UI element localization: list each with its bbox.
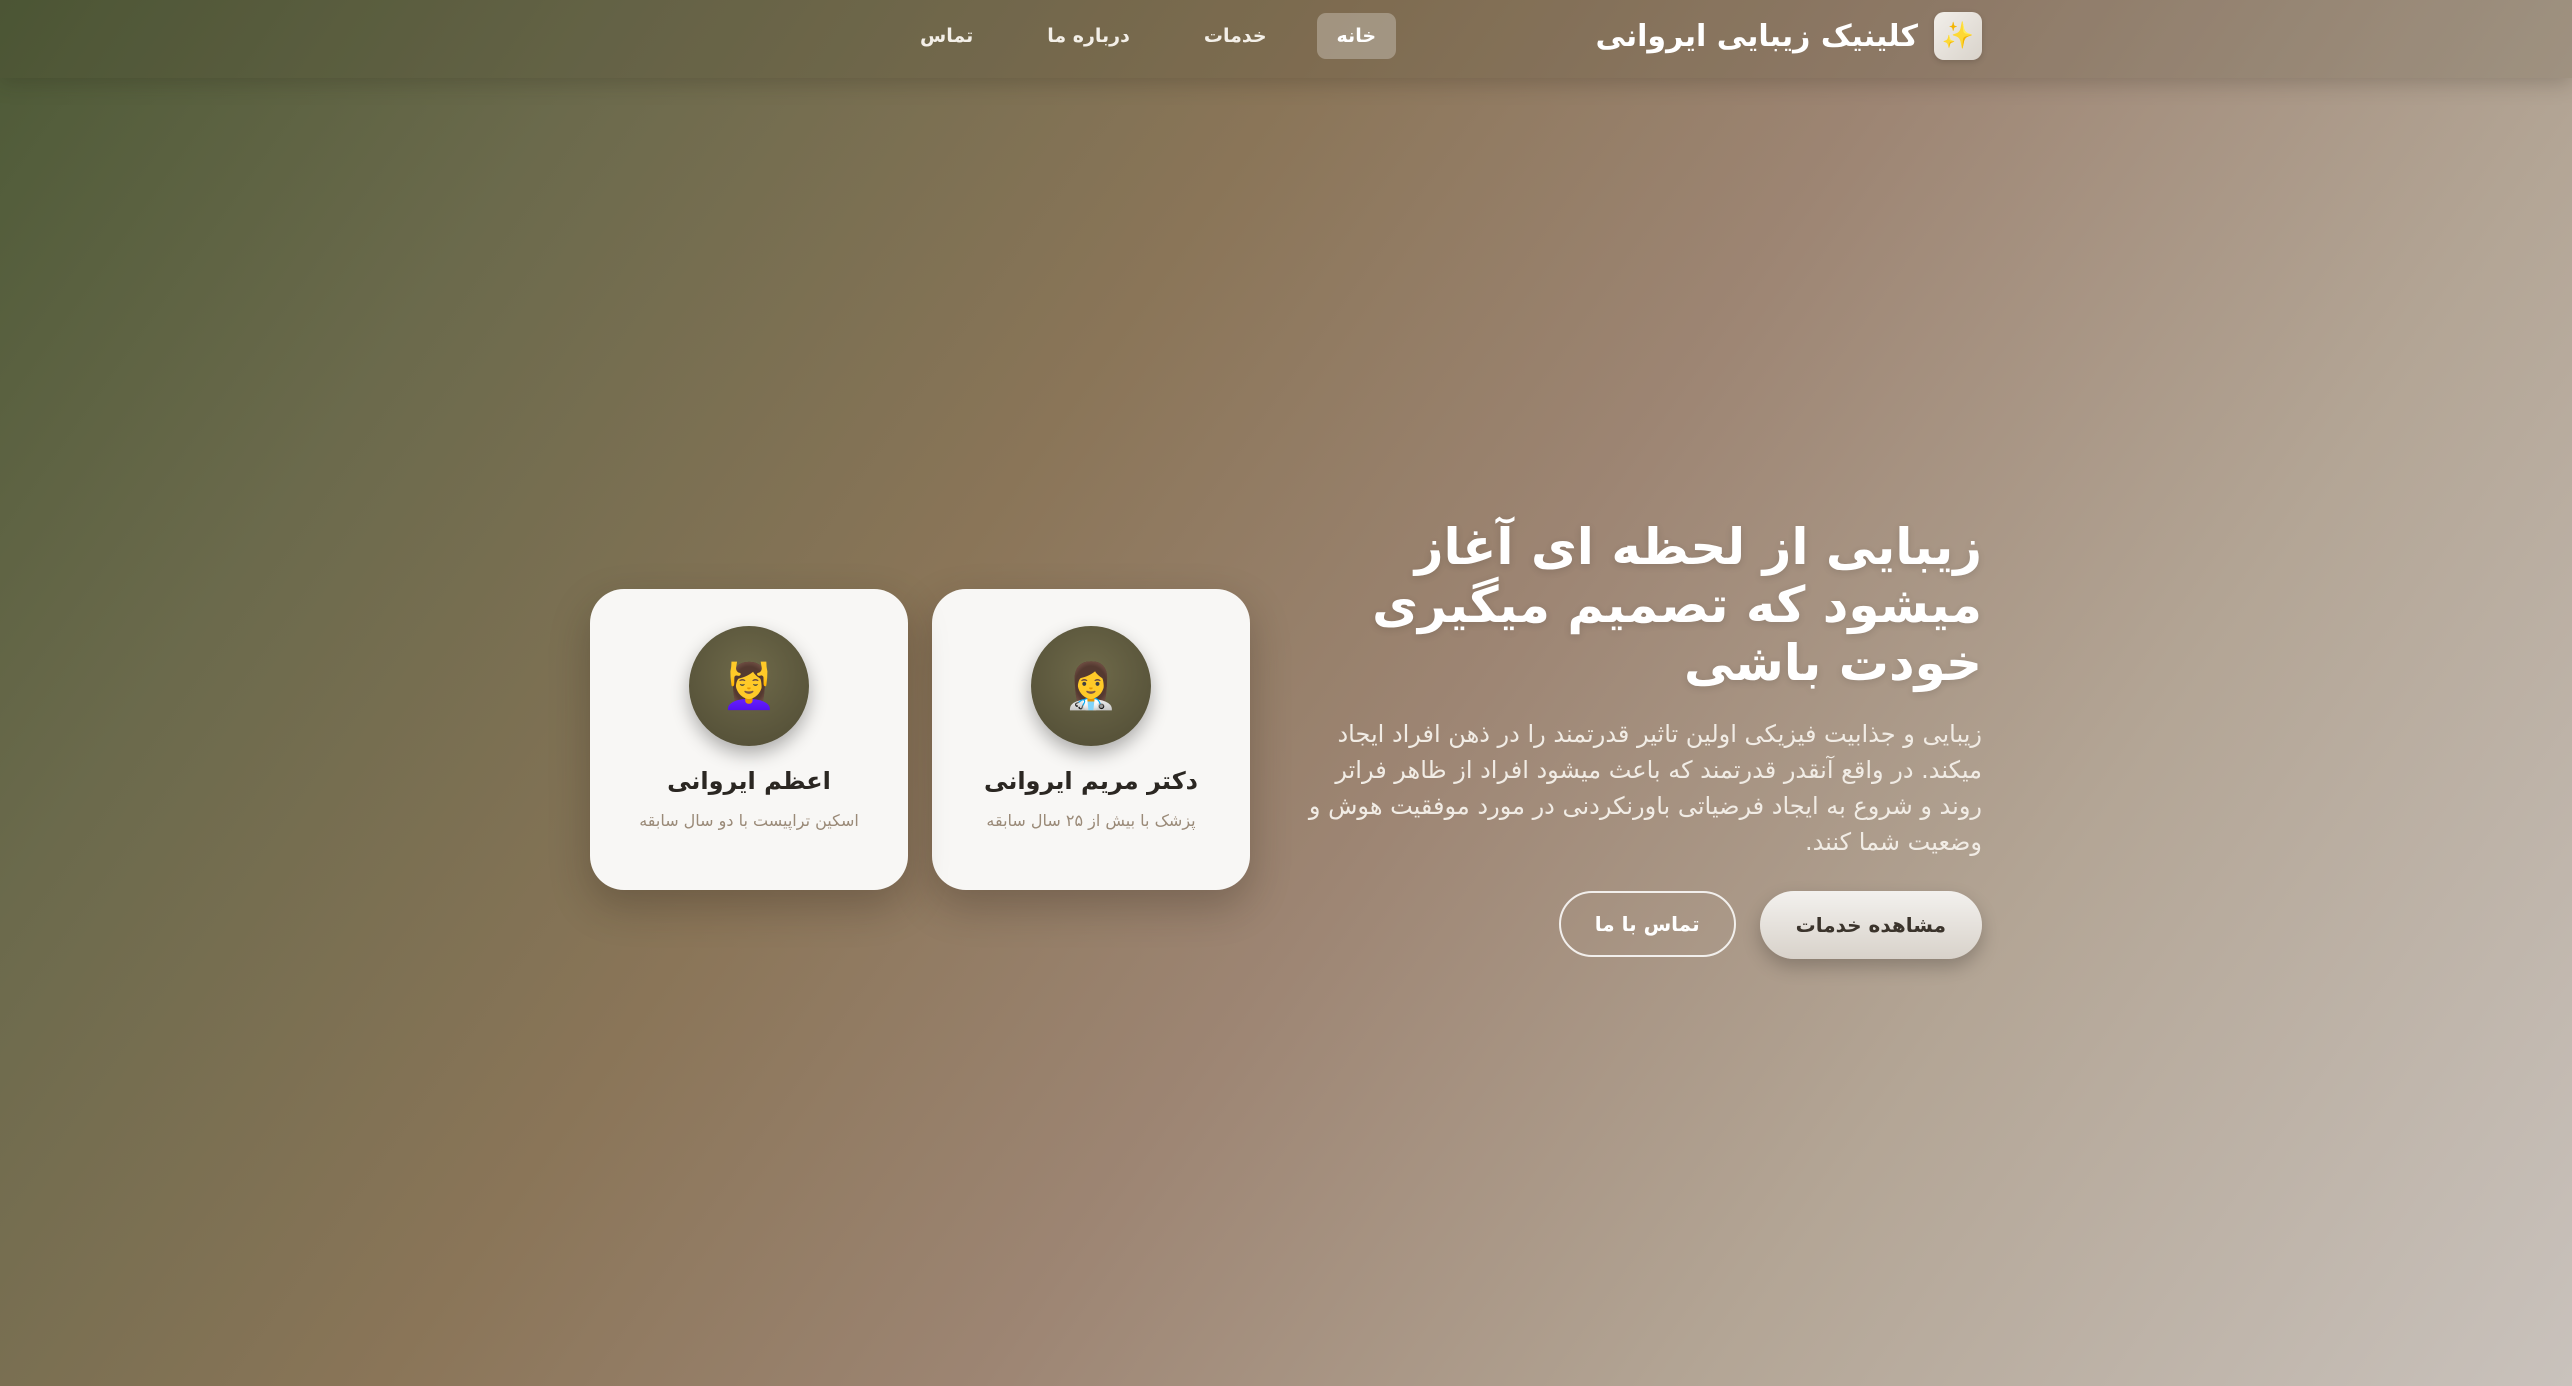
card-role: اسکین تراپیست با دو سال سابقه <box>639 811 859 830</box>
nav-item-about[interactable]: درباره ما <box>1027 13 1150 59</box>
contact-us-button[interactable]: تماس با ما <box>1558 891 1736 957</box>
view-services-button[interactable]: مشاهده خدمات <box>1759 891 1982 959</box>
brand[interactable]: ✨ کلینیک زیبایی ایروانی <box>1596 12 1982 60</box>
sparkles-icon: ✨ <box>1934 12 1982 60</box>
nav-item-services[interactable]: خدمات <box>1184 13 1287 59</box>
hero-title: زیبایی از لحظه ای آغاز میشود که تصمیم می… <box>1372 518 1982 692</box>
hero-actions: مشاهده خدمات تماس با ما <box>1558 891 1982 959</box>
main-nav: خانه خدمات درباره ما تماس <box>900 13 1397 59</box>
hero-text: زیبایی از لحظه ای آغاز میشود که تصمیم می… <box>1302 518 1982 860</box>
card-name: اعظم ایروانی <box>667 767 831 795</box>
hero-description: زیبایی و جذابیت فیزیکی اولین تاثیر قدرتم… <box>1308 720 1982 856</box>
nav-item-contact[interactable]: تماس <box>900 13 993 59</box>
card-name: دکتر مریم ایروانی <box>984 767 1198 795</box>
doctor-icon: 👩‍⚕️ <box>1031 626 1151 746</box>
card-role: پزشک با بیش از ۲۵ سال سابقه <box>986 811 1196 830</box>
site-header: ✨ کلینیک زیبایی ایروانی خانه خدمات دربار… <box>0 0 2572 78</box>
nav-item-home[interactable]: خانه <box>1316 13 1397 59</box>
brand-name: کلینیک زیبایی ایروانی <box>1595 18 1918 54</box>
team-card-skin-therapist[interactable]: 💆‍♀️ اعظم ایروانی اسکین تراپیست با دو سا… <box>590 589 908 890</box>
team-card-doctor[interactable]: 👩‍⚕️ دکتر مریم ایروانی پزشک با بیش از ۲۵… <box>932 589 1250 890</box>
facial-massage-icon: 💆‍♀️ <box>689 626 809 746</box>
